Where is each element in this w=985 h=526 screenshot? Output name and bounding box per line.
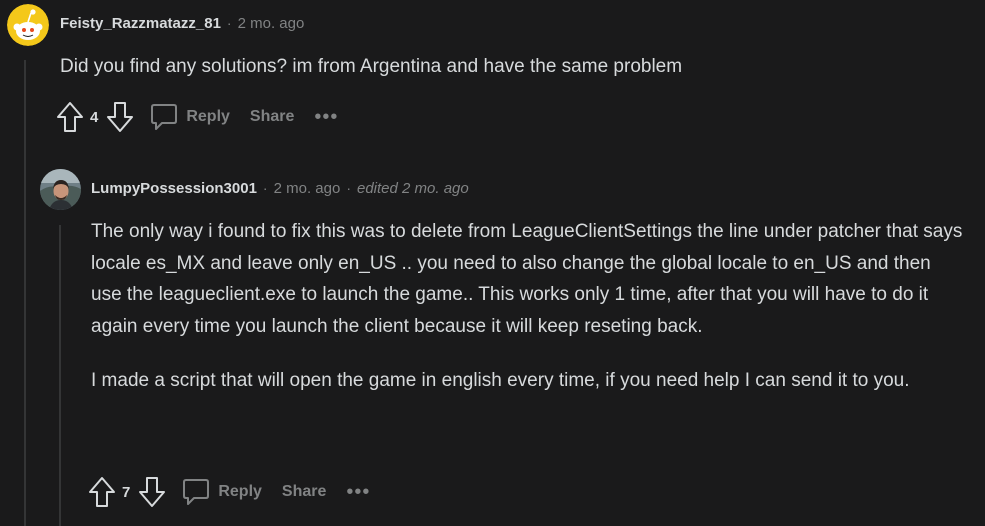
share-button[interactable]: Share [282,483,326,501]
vote-score: 4 [90,108,99,126]
comment-paragraph: I made a script that will open the game … [91,370,910,391]
reply-label: Reply [218,483,262,500]
author-name[interactable]: LumpyPossession3001 [91,180,257,197]
more-options-icon[interactable]: ••• [314,107,338,127]
upvote-arrow-icon[interactable] [88,476,116,508]
comment-1-meta: Feisty_Razzmatazz_81 · 2 mo. ago [60,15,304,32]
more-options-icon[interactable]: ••• [346,482,370,502]
downvote-arrow-icon[interactable] [138,476,166,508]
share-button[interactable]: Share [250,108,294,126]
reply-label: Reply [186,108,230,125]
thread-line-2[interactable] [59,225,61,526]
timestamp[interactable]: 2 mo. ago [274,180,341,197]
separator-dot: · [346,180,351,196]
comment-2-actions: 7 Reply Share ••• [88,476,370,508]
comment-paragraph: The only way i found to fix this was to … [91,221,963,337]
user-photo-avatar[interactable] [40,169,81,210]
reply-button[interactable]: Reply [182,477,262,507]
upvote-arrow-icon[interactable] [56,101,84,133]
comment-paragraph: Did you find any solutions? im from Arge… [60,56,683,77]
speech-bubble-icon [150,102,178,132]
comment-1-actions: 4 Reply Share ••• [56,101,338,133]
timestamp[interactable]: 2 mo. ago [238,15,305,32]
speech-bubble-icon [182,477,210,507]
vote-score: 7 [122,483,131,501]
downvote-arrow-icon[interactable] [106,101,134,133]
reply-button[interactable]: Reply [150,102,230,132]
edited-timestamp[interactable]: edited 2 mo. ago [357,180,469,197]
separator-dot: · [262,180,268,196]
comment-2-body: The only way i found to fix this was to … [91,216,966,397]
thread-line-1[interactable] [24,60,26,526]
author-name[interactable]: Feisty_Razzmatazz_81 [60,15,221,32]
separator-dot: · [226,15,232,31]
comment-2-meta: LumpyPossession3001 · 2 mo. ago · edited… [91,180,469,197]
snoo-avatar-icon[interactable] [7,4,49,46]
comment-1-body: Did you find any solutions? im from Arge… [60,51,960,83]
